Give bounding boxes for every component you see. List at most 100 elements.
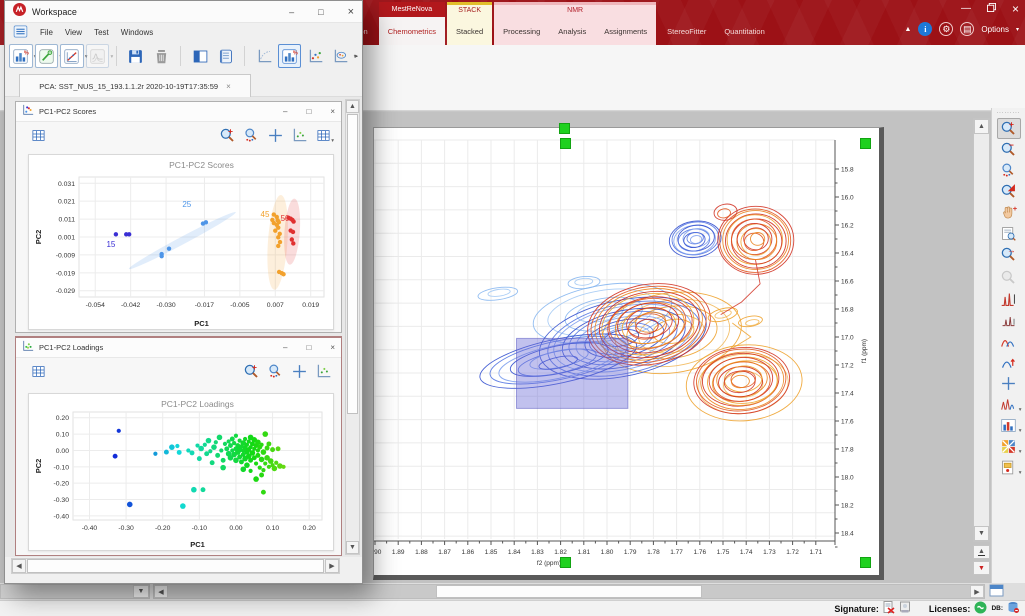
collapse-ribbon-icon[interactable]: ▲ [904,26,911,33]
main-horizontal-scrollbar[interactable]: ◀ ▶ [153,584,985,599]
scroll-right-icon[interactable]: ▶ [325,559,339,573]
table-icon[interactable]: ▾ [313,126,333,146]
options-dropdown-icon[interactable]: ▾ [1016,26,1019,33]
menu-windows[interactable]: Windows [121,28,153,37]
db-server-icon[interactable] [1007,601,1019,616]
workspace-window[interactable]: Workspace – □ × FileViewTestWindows %▾▾▾… [4,0,363,584]
panel-dropdown-icon[interactable]: ▼ [133,585,149,598]
clipboard-icon[interactable]: ▤ [960,22,974,36]
selection-handle[interactable] [559,123,570,134]
maximize-button[interactable]: □ [306,343,311,352]
panel-split-button[interactable] [188,44,212,68]
loadings-window[interactable]: PC1-PC2 Loadings – □ × + -0.40-0.30-0.20… [15,336,342,556]
zoom-points-icon[interactable] [997,160,1021,181]
crosshair-icon[interactable] [997,373,1021,394]
tab-stacked[interactable]: Stacked [447,17,492,45]
close-button[interactable]: × [330,343,335,352]
page-setup-icon[interactable]: ▾ [997,457,1021,478]
left-panel-scrollbar[interactable]: ▼ [0,584,150,599]
scroll-up-icon[interactable]: ▲ [346,100,359,113]
scrollbar-thumb[interactable] [347,114,358,414]
scatter-colored-button[interactable] [303,44,327,68]
table-icon[interactable] [28,126,48,146]
menu-view[interactable]: View [65,28,82,37]
spectra-stack-button[interactable]: ▾ [86,44,110,68]
menu-file[interactable]: File [40,28,53,37]
plot-axes-icon[interactable] [289,126,309,146]
license-ok-icon[interactable] [974,601,987,616]
maximize-button[interactable]: □ [318,7,323,17]
next-page-button[interactable]: ▼ [973,561,990,575]
close-tab-icon[interactable]: × [226,82,231,91]
minimize-button[interactable]: – [283,343,287,352]
tab-chemometrics[interactable]: Chemometrics [379,17,445,45]
scrollbar-thumb[interactable] [27,559,324,573]
workspace-horizontal-scrollbar[interactable]: ◀ ▶ [11,558,340,574]
peaks-pick-icon[interactable] [997,289,1021,310]
close-button[interactable]: × [330,107,335,116]
nmr-contour-plot[interactable]: 15.816.016.216.416.616.817.017.217.417.6… [374,128,878,574]
minimize-button[interactable]: – [289,7,294,17]
integration-icon[interactable]: ▾ [997,415,1021,436]
scatter-circle-button[interactable]: ▾ [329,44,353,68]
selection-handle[interactable] [860,557,871,568]
fit-curves-icon[interactable] [997,331,1021,352]
close-button[interactable]: × [1012,4,1019,14]
scores-chart[interactable]: -0.054-0.042-0.030-0.017-0.0050.0070.019… [29,155,333,329]
trash-button[interactable] [150,44,174,68]
menu-lines-icon[interactable] [13,24,28,41]
pca-bars-button[interactable]: %▾ [9,44,33,68]
close-button[interactable]: × [348,6,354,18]
mag-disabled-icon[interactable] [996,265,1021,289]
workspace-titlebar[interactable]: Workspace – □ × [5,1,362,23]
loadings-chart[interactable]: -0.40-0.30-0.20-0.100.000.100.200.200.10… [29,394,333,550]
selection-handle[interactable] [560,557,571,568]
selection-handle[interactable] [860,138,871,149]
peaks-small-icon[interactable] [997,310,1021,331]
minimize-button[interactable]: – [283,107,287,116]
pan-hand-icon[interactable]: + [997,202,1021,223]
scroll-right-icon[interactable]: ▶ [970,585,984,598]
zoom-in-red-icon[interactable]: + [217,126,237,146]
plot-axes-icon[interactable] [313,362,333,382]
report-view-icon[interactable] [997,223,1021,244]
signature-invalid-icon[interactable] [883,601,895,616]
pca-tab[interactable]: PCA: SST_NUS_15_193.1.1.2r 2020-10-19T17… [19,74,251,97]
tab-stereofitter[interactable]: StereoFitter [658,17,715,45]
scrollbar-thumb[interactable] [436,585,702,598]
restore-button[interactable] [987,3,996,15]
tab-analysis[interactable]: Analysis [549,17,595,45]
drag-handle-icon[interactable]: ......... [996,108,1020,118]
stamp-icon[interactable] [899,601,911,616]
main-vertical-scrollbar[interactable]: ▲ ▼ [973,118,990,542]
crosshair-icon[interactable] [265,126,285,146]
zoom-select-icon[interactable]: ◢ [997,181,1021,202]
menu-test[interactable]: Test [94,28,109,37]
zoom-in-icon[interactable]: + [997,118,1021,139]
scroll-up-icon[interactable]: ▲ [974,119,989,134]
save-button[interactable] [124,44,148,68]
previous-page-button[interactable]: ▲ [973,545,990,559]
scroll-left-icon[interactable]: ◀ [154,585,168,598]
scores-window[interactable]: PC1-PC2 Scores – □ × +▾ -0.054-0.042-0.0… [15,101,342,333]
scroll-down-icon[interactable]: ▼ [346,541,359,554]
loadings-titlebar[interactable]: PC1-PC2 Loadings – □ × [16,338,341,358]
zoom-points-icon[interactable] [241,126,261,146]
scores-bars-button[interactable]: % [278,44,302,68]
scroll-left-icon[interactable]: ◀ [12,559,26,573]
maximize-button[interactable]: □ [306,107,311,116]
gear-icon[interactable]: ⚙ [939,22,953,36]
regression-plot-button[interactable]: ▾ [60,44,84,68]
multiplet-analysis-icon[interactable]: ▾ [997,394,1021,415]
workspace-vertical-scrollbar[interactable]: ▲ ▼ [345,99,360,555]
document-page[interactable]: 15.816.016.216.416.616.817.017.217.417.6… [373,127,884,580]
page-corner-icon[interactable] [989,584,1011,599]
tab-quantitation[interactable]: Quantitation [715,17,773,45]
crosshair-icon[interactable] [289,362,309,382]
zoom-points-icon[interactable] [265,362,285,382]
tab-processing[interactable]: Processing [494,17,549,45]
fit-peak-icon[interactable] [997,352,1021,373]
options-menu[interactable]: Options [981,25,1009,34]
selection-region[interactable] [517,338,628,408]
tab-assignments[interactable]: Assignments [595,17,656,45]
